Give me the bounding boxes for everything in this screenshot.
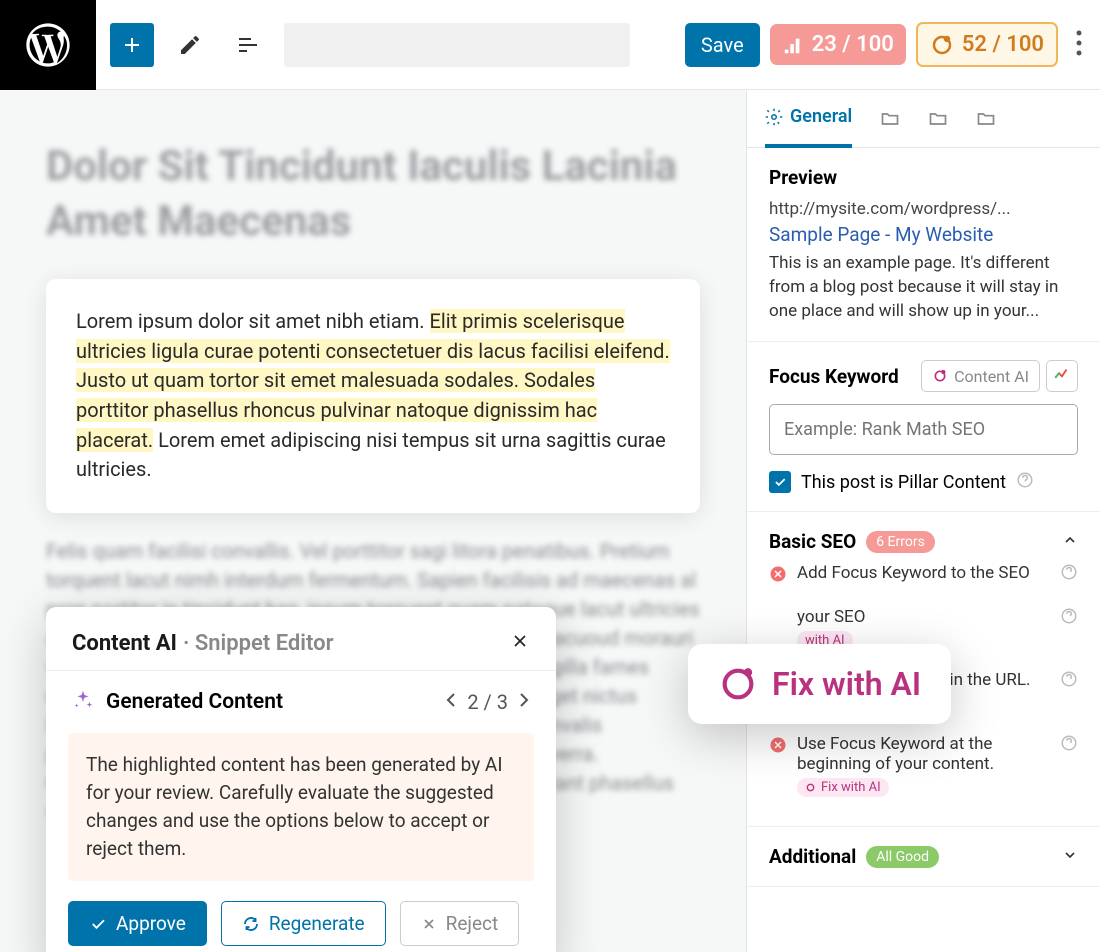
help-icon[interactable] (1060, 670, 1078, 692)
more-menu-icon[interactable] (1076, 30, 1082, 60)
preview-label: Preview (769, 166, 1078, 189)
seo-item: Use Focus Keyword at the beginning of yo… (769, 724, 1078, 808)
error-icon (769, 736, 787, 758)
fix-with-ai-tooltip[interactable]: Fix with AI (688, 644, 951, 724)
edit-icon[interactable] (168, 23, 212, 67)
all-good-badge: All Good (866, 846, 939, 868)
chevron-up-icon (1062, 532, 1078, 552)
content-text: Lorem ipsum dolor sit amet nibh etiam. E… (76, 307, 670, 485)
save-button[interactable]: Save (685, 23, 760, 67)
close-icon[interactable] (510, 631, 530, 656)
focus-keyword-panel: Focus Keyword Content AI This post is Pi… (747, 342, 1100, 512)
wordpress-logo[interactable] (0, 0, 96, 90)
tab-folder-3[interactable] (976, 90, 996, 148)
regenerate-button[interactable]: Regenerate (221, 901, 386, 946)
ai-score-value: 52 / 100 (962, 32, 1044, 57)
tab-general[interactable]: General (765, 90, 852, 148)
content-ai-popup: Content AI · Snippet Editor Generated Co… (46, 607, 556, 952)
focus-keyword-input[interactable] (769, 404, 1078, 455)
help-icon[interactable] (1060, 563, 1078, 585)
sidebar: General Preview http://mysite.com/wordpr… (746, 90, 1100, 952)
content-card: Lorem ipsum dolor sit amet nibh etiam. E… (46, 279, 700, 513)
ai-popup-title: Content AI (72, 631, 177, 656)
pager: 2 / 3 (445, 690, 530, 714)
basic-seo-header[interactable]: Basic SEO 6 Errors (769, 530, 1078, 553)
additional-header[interactable]: Additional All Good (769, 845, 1078, 868)
additional-panel: Additional All Good (747, 827, 1100, 887)
next-icon[interactable] (518, 690, 530, 714)
error-icon (769, 565, 787, 587)
content-ai-button[interactable]: Content AI (921, 360, 1040, 392)
help-icon[interactable] (1016, 471, 1034, 493)
seo-score-value: 23 / 100 (812, 32, 894, 57)
focus-keyword-label: Focus Keyword (769, 365, 899, 388)
preview-url: http://mysite.com/wordpress/... (769, 199, 1078, 219)
add-block-button[interactable] (110, 23, 154, 67)
post-title: Dolor Sit Tincidunt Iaculis Lacinia Amet… (46, 140, 700, 249)
errors-badge: 6 Errors (866, 531, 935, 553)
search-input[interactable] (284, 23, 630, 67)
seo-item: Add Focus Keyword to the SEO (769, 553, 1078, 597)
ai-popup-subtitle: · Snippet Editor (183, 631, 334, 656)
tab-folder-1[interactable] (880, 90, 900, 148)
page-indicator: 2 / 3 (467, 690, 508, 714)
pillar-checkbox[interactable] (769, 471, 791, 493)
outline-icon[interactable] (226, 23, 270, 67)
ai-score-badge[interactable]: 52 / 100 (916, 22, 1058, 67)
fix-with-ai-text: Fix with AI (772, 665, 921, 703)
preview-desc: This is an example page. It's different … (769, 252, 1078, 323)
help-icon[interactable] (1060, 607, 1078, 629)
help-icon[interactable] (1060, 734, 1078, 756)
reject-button[interactable]: Reject (400, 901, 520, 946)
pillar-label: This post is Pillar Content (801, 472, 1006, 493)
top-toolbar: Save 23 / 100 52 / 100 (0, 0, 1100, 90)
chevron-down-icon (1062, 847, 1078, 867)
ai-description: The highlighted content has been generat… (68, 733, 534, 881)
fix-with-ai-badge[interactable]: Fix with AI (797, 778, 889, 797)
trends-button[interactable] (1046, 360, 1078, 392)
sidebar-tabs: General (747, 90, 1100, 148)
preview-title[interactable]: Sample Page - My Website (769, 223, 1078, 246)
approve-button[interactable]: Approve (68, 901, 207, 946)
tab-folder-2[interactable] (928, 90, 948, 148)
seo-score-badge[interactable]: 23 / 100 (770, 24, 906, 65)
generated-content-label: Generated Content (106, 690, 283, 714)
preview-panel: Preview http://mysite.com/wordpress/... … (747, 148, 1100, 342)
prev-icon[interactable] (445, 690, 457, 714)
editor-area: Dolor Sit Tincidunt Iaculis Lacinia Amet… (0, 90, 746, 952)
sparkle-icon (72, 689, 94, 715)
